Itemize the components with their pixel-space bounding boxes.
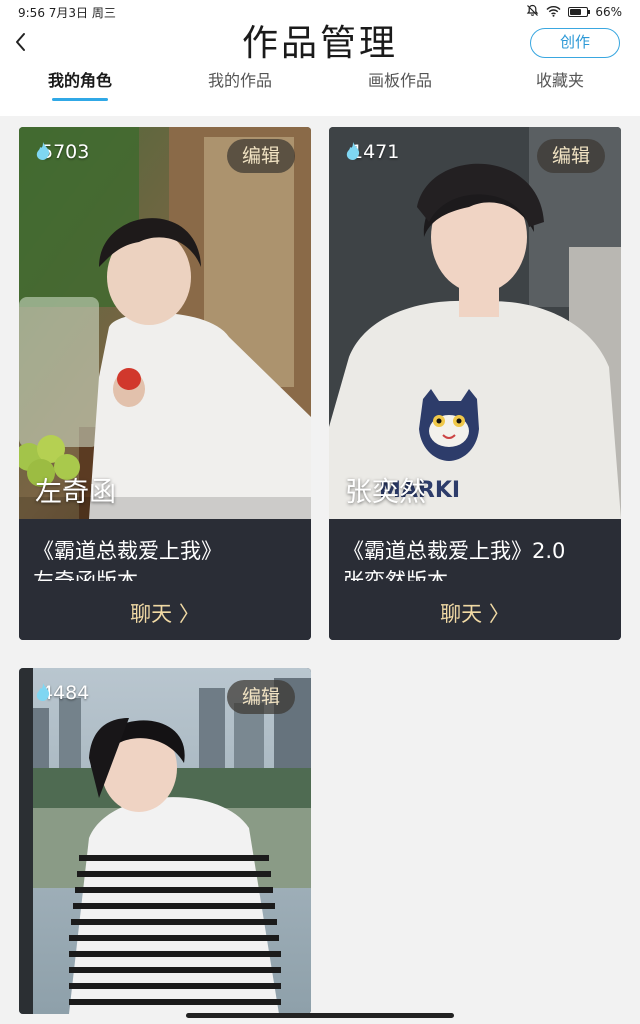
chat-button[interactable]: 聊天 〉 bbox=[329, 598, 621, 628]
edit-button[interactable]: 编辑 bbox=[537, 139, 605, 173]
app-header: 作品管理 创作 bbox=[0, 24, 640, 64]
character-card[interactable]: 5703 编辑 左奇函 《霸道总裁爱上我》 左奇函版本 聊天 〉 bbox=[19, 127, 311, 640]
battery-icon bbox=[568, 7, 591, 17]
page: 9:56 7月3日 周三 66% 作品管理 创作 我的角色 我的作品 画板作品 … bbox=[0, 0, 640, 1024]
tab-label: 我的角色 bbox=[47, 71, 112, 90]
character-photo: 5703 编辑 左奇函 bbox=[19, 127, 311, 519]
tab-my-works[interactable]: 我的作品 bbox=[200, 70, 280, 110]
character-name: 张奕然 bbox=[345, 477, 426, 508]
create-button[interactable]: 创作 bbox=[530, 28, 620, 58]
tab-label: 画板作品 bbox=[367, 71, 432, 90]
character-portrait-image: MARKI bbox=[329, 127, 621, 519]
heat-count: 1471 bbox=[345, 141, 399, 163]
card-info: 《霸道总裁爱上我》2.0 张奕然版本 聊天 〉 bbox=[329, 519, 621, 640]
character-name: 左奇函 bbox=[35, 477, 116, 508]
tab-bar: 我的角色 我的作品 画板作品 收藏夹 bbox=[0, 64, 640, 116]
mute-bell-icon bbox=[526, 4, 539, 20]
tab-label: 我的作品 bbox=[207, 71, 272, 90]
tab-favorites[interactable]: 收藏夹 bbox=[520, 70, 600, 110]
status-time-date: 9:56 7月3日 周三 bbox=[18, 5, 116, 20]
story-subtitle: 左奇函版本 bbox=[33, 569, 138, 581]
battery-percent: 66% bbox=[595, 5, 622, 19]
character-photo: 4484 编辑 bbox=[19, 668, 311, 1014]
edit-button[interactable]: 编辑 bbox=[227, 680, 295, 714]
card-info: 《霸道总裁爱上我》 左奇函版本 聊天 〉 bbox=[19, 519, 311, 640]
story-title: 《霸道总裁爱上我》2.0 bbox=[343, 539, 566, 563]
status-icons: 66% bbox=[526, 4, 622, 20]
character-portrait-image bbox=[19, 127, 311, 519]
character-card[interactable]: 4484 编辑 bbox=[19, 668, 311, 1014]
story-title: 《霸道总裁爱上我》 bbox=[33, 539, 222, 563]
heat-count: 5703 bbox=[35, 141, 89, 163]
character-portrait-image bbox=[19, 668, 311, 1014]
tab-label: 收藏夹 bbox=[535, 71, 584, 90]
chat-button[interactable]: 聊天 〉 bbox=[19, 598, 311, 628]
active-tab-indicator bbox=[52, 98, 108, 101]
story-subtitle: 张奕然版本 bbox=[343, 569, 448, 581]
status-bar: 9:56 7月3日 周三 66% bbox=[0, 0, 640, 24]
wifi-icon bbox=[546, 5, 561, 20]
home-indicator[interactable] bbox=[186, 1013, 454, 1018]
tab-canvas-works[interactable]: 画板作品 bbox=[360, 70, 440, 110]
edit-button[interactable]: 编辑 bbox=[227, 139, 295, 173]
character-card[interactable]: MARKI 1471 编辑 张奕然 《霸道总裁爱上我》2.0 张奕然版本 聊天 … bbox=[329, 127, 621, 640]
character-photo: MARKI 1471 编辑 张奕然 bbox=[329, 127, 621, 519]
heat-count: 4484 bbox=[35, 682, 89, 704]
tab-my-characters[interactable]: 我的角色 bbox=[40, 70, 120, 110]
